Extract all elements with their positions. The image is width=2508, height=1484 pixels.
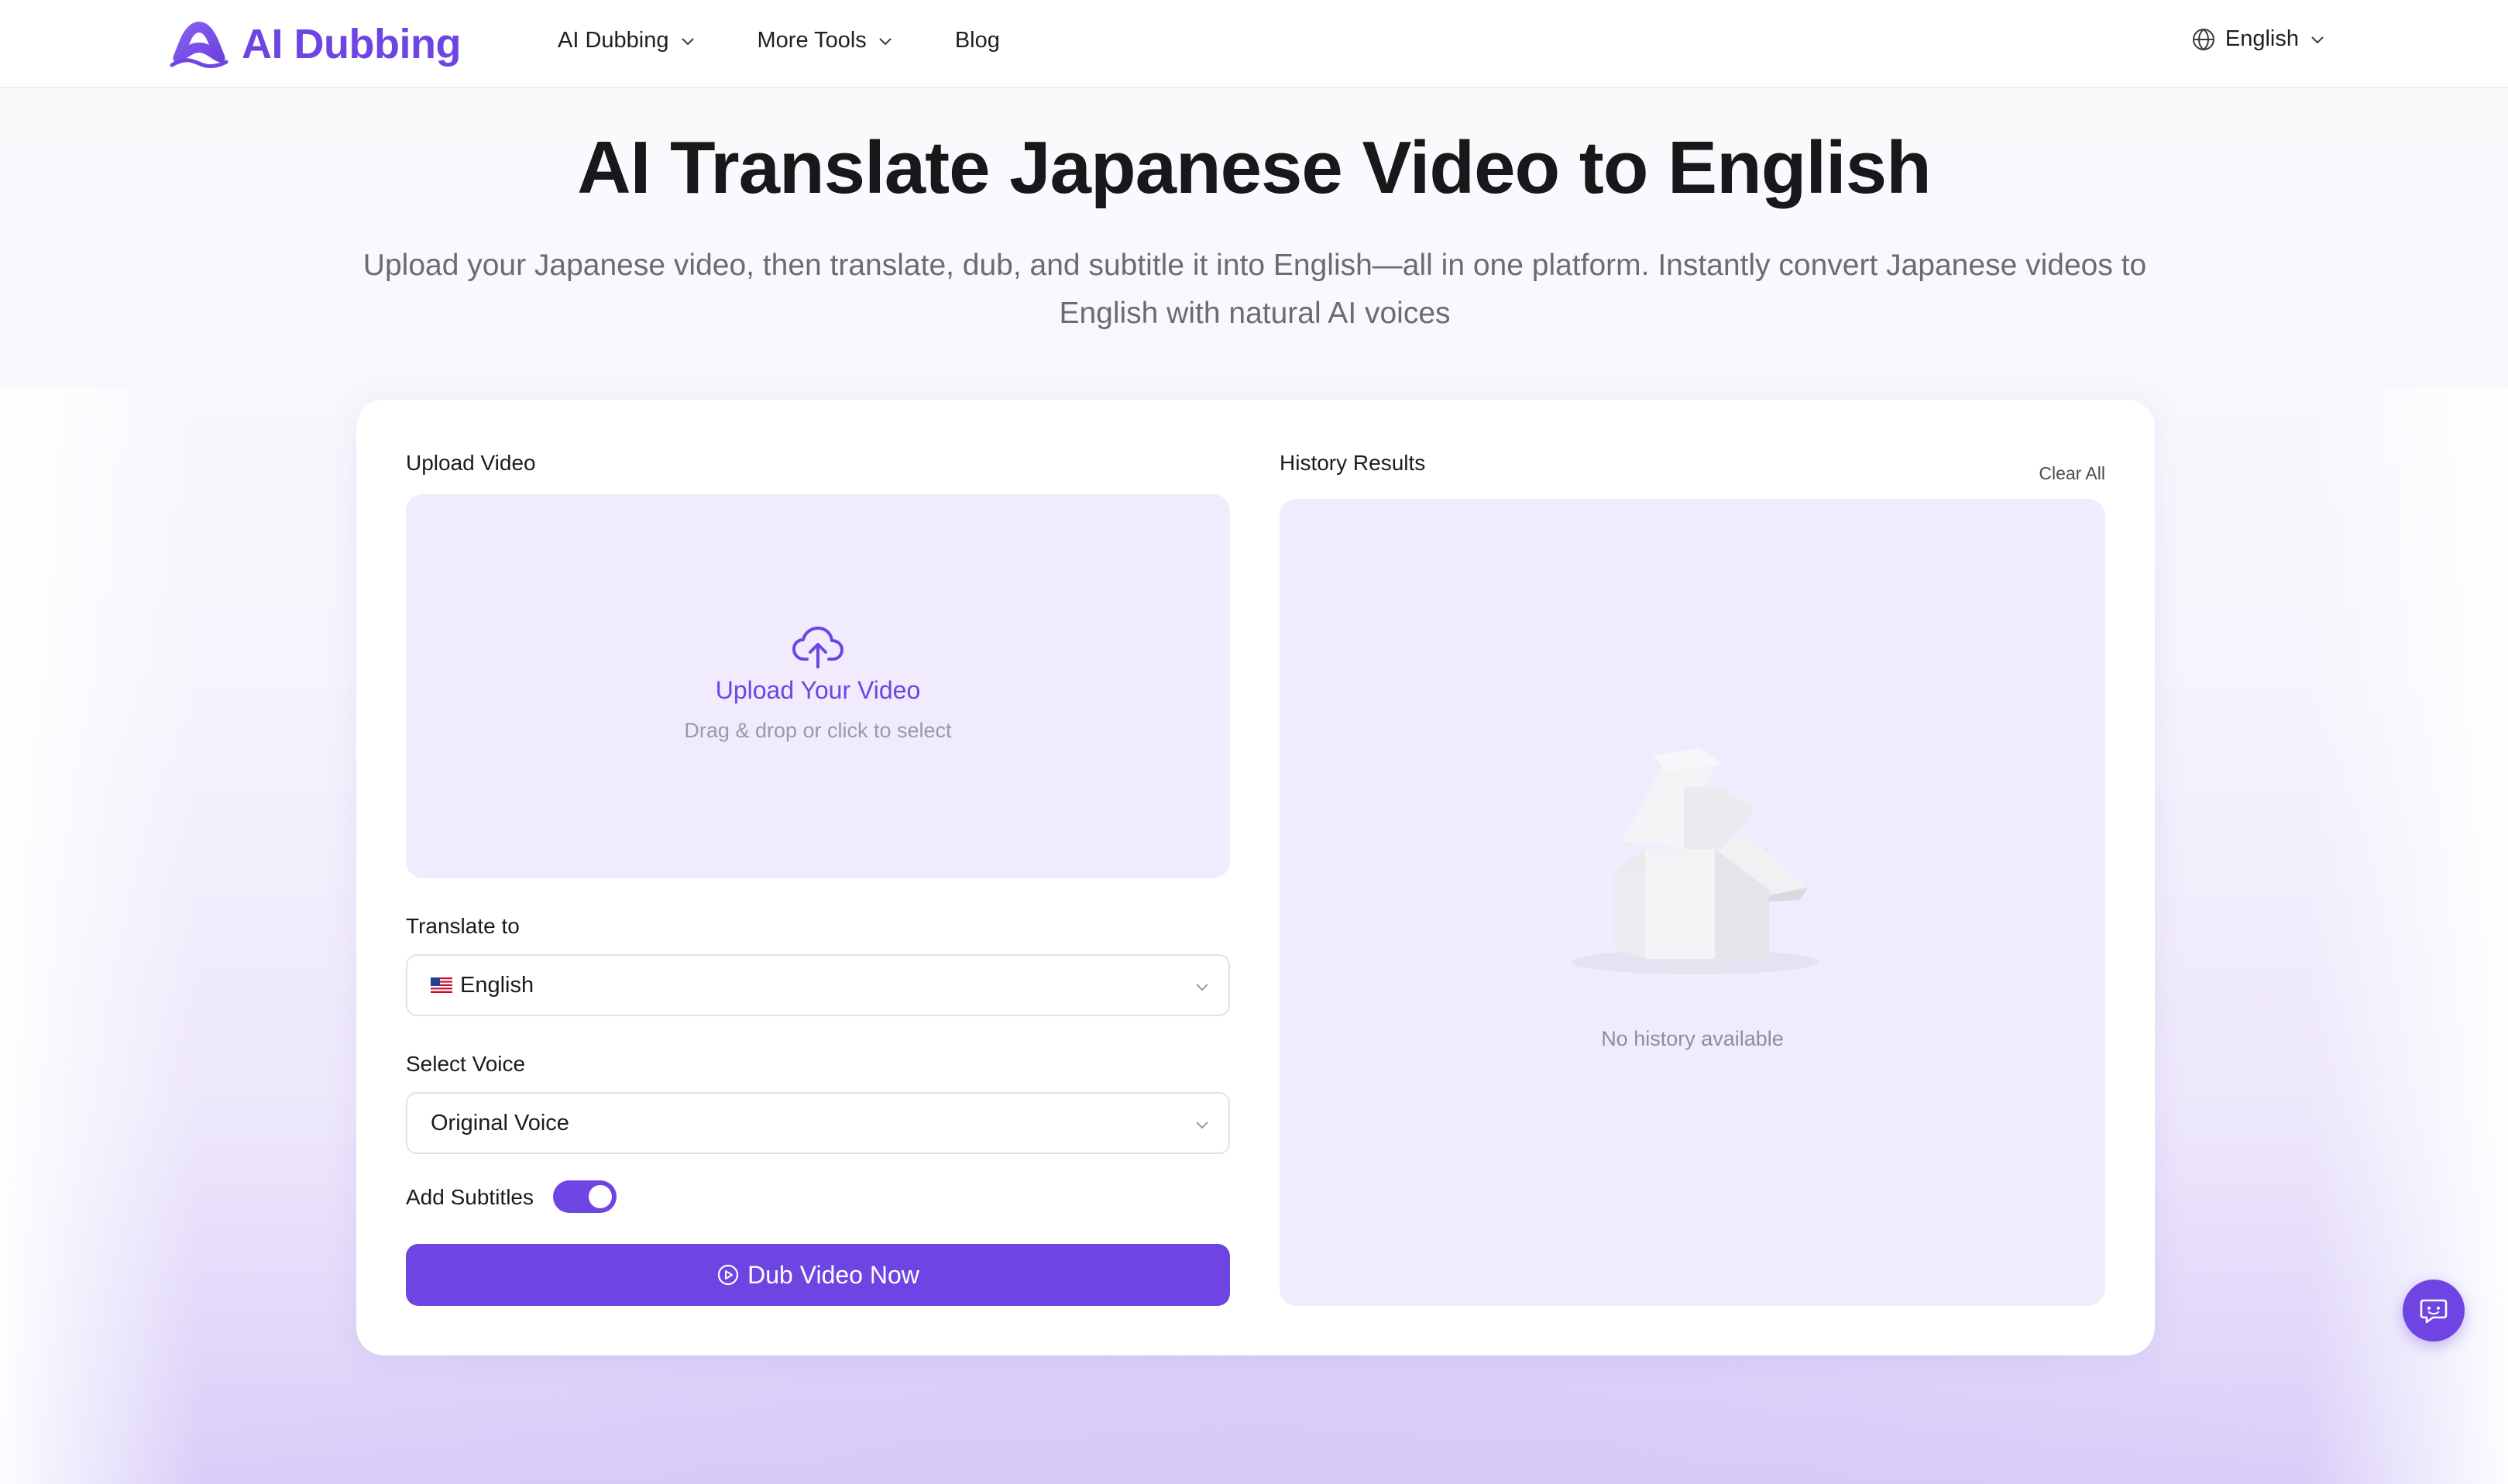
brand-name: AI Dubbing — [242, 21, 461, 67]
page-subtitle-line: English with natural AI voices — [1059, 297, 1451, 330]
play-circle-icon — [718, 1264, 739, 1286]
page-title: AI Translate Japanese Video to English — [577, 126, 1931, 209]
translate-language-select[interactable]: English — [406, 954, 1230, 1016]
voice-selected-value: Original Voice — [431, 1110, 569, 1135]
upload-video-label: Upload Video — [406, 451, 536, 475]
subtitles-toggle[interactable] — [553, 1180, 617, 1213]
history-panel: No history available — [1280, 499, 2105, 1306]
top-navbar: AI Dubbing AI Dubbing More Tools Blog En… — [0, 0, 2508, 88]
chevron-down-icon — [1196, 984, 1208, 991]
history-empty-text: No history available — [1601, 1027, 1784, 1050]
upload-dropzone[interactable]: Upload Your Video Drag & drop or click t… — [406, 494, 1230, 878]
nav-item-ai-dubbing[interactable]: AI Dubbing — [558, 28, 697, 53]
chevron-down-icon — [681, 37, 694, 45]
select-voice-label: Select Voice — [406, 1052, 526, 1076]
toggle-knob — [589, 1185, 612, 1208]
chat-icon — [2420, 1299, 2448, 1324]
voice-select[interactable]: Original Voice — [406, 1092, 1230, 1154]
us-flag-icon — [431, 977, 452, 993]
language-selector[interactable]: English — [2191, 26, 2327, 52]
chevron-down-icon — [1196, 1122, 1208, 1129]
translate-to-label: Translate to — [406, 914, 520, 938]
page-subtitle-line: Upload your Japanese video, then transla… — [362, 249, 2147, 282]
nav-item-more-tools[interactable]: More Tools — [758, 28, 895, 53]
cloud-upload-icon — [792, 627, 843, 668]
chevron-down-icon — [2311, 36, 2324, 43]
nav-item-label: More Tools — [757, 28, 867, 53]
brand-logo[interactable]: AI Dubbing — [169, 17, 461, 71]
brand-logo-icon — [170, 22, 228, 68]
globe-icon — [2192, 28, 2214, 50]
main-nav: AI Dubbing More Tools Blog — [558, 28, 1060, 53]
add-subtitles-label: Add Subtitles — [406, 1185, 534, 1209]
translate-selected-value: English — [460, 972, 534, 998]
page-subtitle: Upload your Japanese video, then transla… — [356, 242, 2153, 338]
background-glow-left — [0, 387, 201, 1484]
clear-all-button[interactable]: Clear All — [2039, 463, 2105, 484]
nav-item-blog[interactable]: Blog — [955, 28, 1000, 53]
nav-item-label: Blog — [954, 28, 1000, 53]
dub-button-label: Dub Video Now — [747, 1260, 919, 1289]
upload-hint: Drag & drop or click to select — [684, 719, 952, 742]
nav-item-label: AI Dubbing — [558, 28, 669, 53]
history-results-label: History Results — [1280, 451, 1426, 475]
dubbing-panel: Upload Video Upload Your Video Drag & dr… — [356, 400, 2155, 1355]
empty-box-illustration — [1572, 748, 1819, 974]
chat-support-button[interactable] — [2403, 1280, 2465, 1341]
upload-title: Upload Your Video — [715, 676, 921, 704]
dub-video-button[interactable]: Dub Video Now — [406, 1244, 1230, 1306]
language-label: English — [2225, 26, 2299, 51]
chevron-down-icon — [879, 37, 892, 45]
